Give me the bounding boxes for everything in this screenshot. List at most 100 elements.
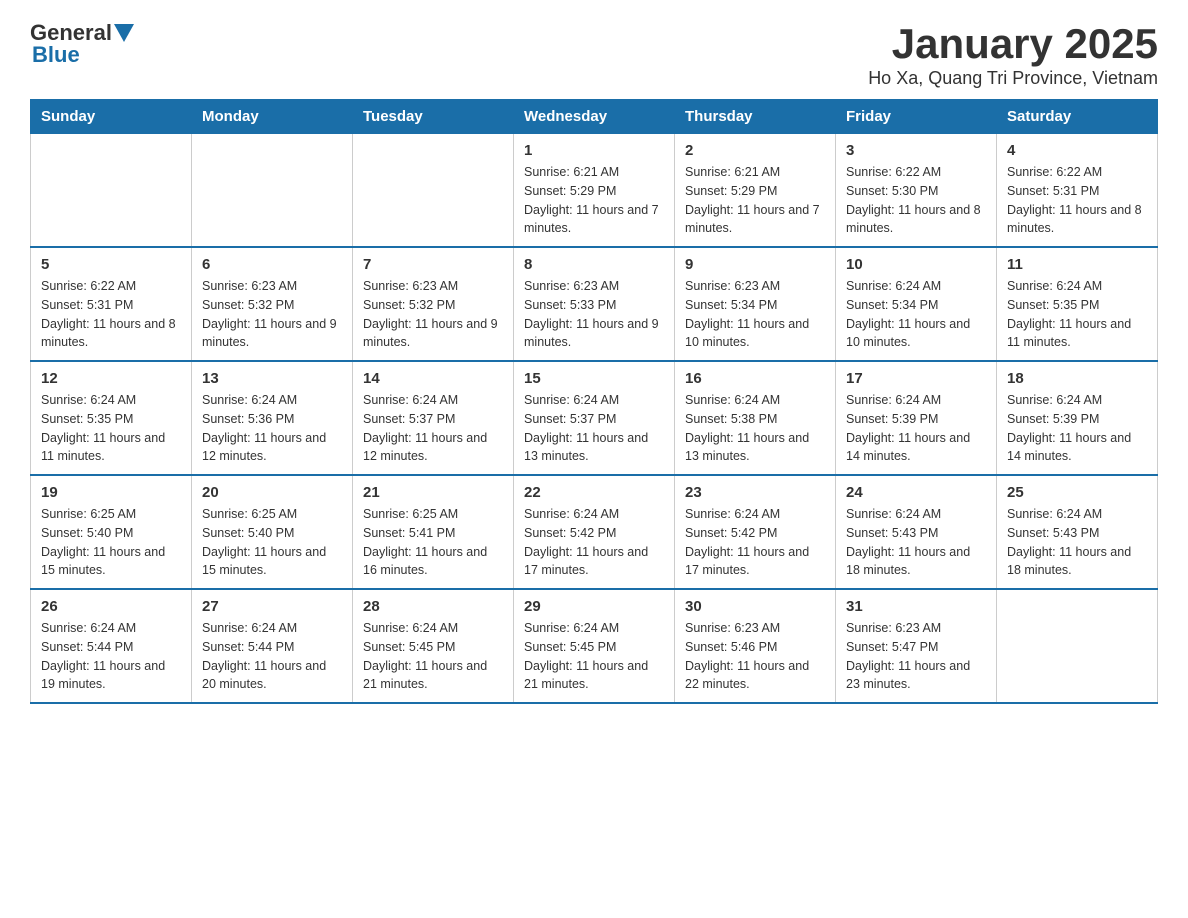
day-number: 14 xyxy=(363,370,503,387)
day-number: 11 xyxy=(1007,256,1147,273)
calendar-day-30: 30 Sunrise: 6:23 AMSunset: 5:46 PMDayligh… xyxy=(675,589,836,703)
calendar-week-row: 5 Sunrise: 6:22 AMSunset: 5:31 PMDaylight… xyxy=(31,247,1158,361)
calendar-day-9: 9Sunrise: 6:23 AMSunset: 5:34 PMDaylight… xyxy=(675,247,836,361)
day-info: Sunrise: 6:23 AMSunset: 5:46 PMDaylight:… xyxy=(685,619,825,694)
day-number: 25 xyxy=(1007,484,1147,501)
calendar-header-row: SundayMondayTuesdayWednesdayThursdayFrid… xyxy=(31,100,1158,134)
calendar-header-sunday: Sunday xyxy=(31,100,192,134)
day-info: Sunrise: 6:24 AMSunset: 5:42 PMDaylight:… xyxy=(685,505,825,580)
calendar-empty-cell xyxy=(353,134,514,248)
day-number: 17 xyxy=(846,370,986,387)
calendar-day-20: 20 Sunrise: 6:25 AMSunset: 5:40 PMDayligh… xyxy=(192,475,353,589)
calendar-header-monday: Monday xyxy=(192,100,353,134)
calendar-day-18: 18 Sunrise: 6:24 AMSunset: 5:39 PMDayligh… xyxy=(997,361,1158,475)
calendar-day-16: 16 Sunrise: 6:24 AMSunset: 5:38 PMDayligh… xyxy=(675,361,836,475)
calendar-day-21: 21 Sunrise: 6:25 AMSunset: 5:41 PMDayligh… xyxy=(353,475,514,589)
calendar-day-24: 24 Sunrise: 6:24 AMSunset: 5:43 PMDayligh… xyxy=(836,475,997,589)
calendar-empty-cell xyxy=(192,134,353,248)
day-info: Sunrise: 6:22 AMSunset: 5:30 PMDaylight:… xyxy=(846,163,986,238)
calendar-header-thursday: Thursday xyxy=(675,100,836,134)
day-number: 23 xyxy=(685,484,825,501)
calendar-day-14: 14Sunrise: 6:24 AMSunset: 5:37 PMDayligh… xyxy=(353,361,514,475)
calendar-table: SundayMondayTuesdayWednesdayThursdayFrid… xyxy=(30,99,1158,704)
page-header: General Blue January 2025 Ho Xa, Quang T… xyxy=(30,20,1158,89)
day-number: 2 xyxy=(685,142,825,159)
calendar-day-11: 11 Sunrise: 6:24 AMSunset: 5:35 PMDayligh… xyxy=(997,247,1158,361)
day-number: 27 xyxy=(202,598,342,615)
day-info: Sunrise: 6:24 AMSunset: 5:43 PMDaylight:… xyxy=(846,505,986,580)
calendar-day-4: 4Sunrise: 6:22 AMSunset: 5:31 PMDaylight… xyxy=(997,134,1158,248)
month-year-title: January 2025 xyxy=(868,20,1158,68)
day-number: 4 xyxy=(1007,142,1147,159)
calendar-day-22: 22 Sunrise: 6:24 AMSunset: 5:42 PMDayligh… xyxy=(514,475,675,589)
calendar-day-1: 1 Sunrise: 6:21 AMSunset: 5:29 PMDaylight… xyxy=(514,134,675,248)
calendar-day-19: 19 Sunrise: 6:25 AMSunset: 5:40 PMDayligh… xyxy=(31,475,192,589)
day-info: Sunrise: 6:24 AMSunset: 5:35 PMDaylight:… xyxy=(41,391,181,466)
day-number: 26 xyxy=(41,598,181,615)
day-number: 28 xyxy=(363,598,503,615)
day-number: 9 xyxy=(685,256,825,273)
calendar-day-15: 15 Sunrise: 6:24 AMSunset: 5:37 PMDayligh… xyxy=(514,361,675,475)
day-info: Sunrise: 6:23 AMSunset: 5:33 PMDaylight:… xyxy=(524,277,664,352)
day-info: Sunrise: 6:24 AMSunset: 5:38 PMDaylight:… xyxy=(685,391,825,466)
day-number: 5 xyxy=(41,256,181,273)
calendar-day-3: 3Sunrise: 6:22 AMSunset: 5:30 PMDaylight… xyxy=(836,134,997,248)
calendar-header-tuesday: Tuesday xyxy=(353,100,514,134)
day-number: 18 xyxy=(1007,370,1147,387)
day-number: 12 xyxy=(41,370,181,387)
calendar-week-row: 12 Sunrise: 6:24 AMSunset: 5:35 PMDayligh… xyxy=(31,361,1158,475)
day-info: Sunrise: 6:24 AMSunset: 5:39 PMDaylight:… xyxy=(1007,391,1147,466)
day-number: 7 xyxy=(363,256,503,273)
day-info: Sunrise: 6:24 AMSunset: 5:43 PMDaylight:… xyxy=(1007,505,1147,580)
day-number: 19 xyxy=(41,484,181,501)
day-info: Sunrise: 6:24 AMSunset: 5:39 PMDaylight:… xyxy=(846,391,986,466)
day-info: Sunrise: 6:24 AMSunset: 5:37 PMDaylight:… xyxy=(524,391,664,466)
day-info: Sunrise: 6:24 AMSunset: 5:34 PMDaylight:… xyxy=(846,277,986,352)
day-info: Sunrise: 6:24 AMSunset: 5:35 PMDaylight:… xyxy=(1007,277,1147,352)
day-info: Sunrise: 6:21 AMSunset: 5:29 PMDaylight:… xyxy=(685,163,825,238)
day-number: 21 xyxy=(363,484,503,501)
logo: General Blue xyxy=(30,20,134,68)
day-info: Sunrise: 6:24 AMSunset: 5:44 PMDaylight:… xyxy=(41,619,181,694)
day-number: 13 xyxy=(202,370,342,387)
calendar-day-28: 28 Sunrise: 6:24 AMSunset: 5:45 PMDayligh… xyxy=(353,589,514,703)
calendar-day-6: 6Sunrise: 6:23 AMSunset: 5:32 PMDaylight… xyxy=(192,247,353,361)
calendar-day-10: 10 Sunrise: 6:24 AMSunset: 5:34 PMDayligh… xyxy=(836,247,997,361)
calendar-day-25: 25 Sunrise: 6:24 AMSunset: 5:43 PMDayligh… xyxy=(997,475,1158,589)
calendar-header-saturday: Saturday xyxy=(997,100,1158,134)
calendar-header-wednesday: Wednesday xyxy=(514,100,675,134)
calendar-day-27: 27Sunrise: 6:24 AMSunset: 5:44 PMDayligh… xyxy=(192,589,353,703)
day-number: 30 xyxy=(685,598,825,615)
day-info: Sunrise: 6:23 AMSunset: 5:47 PMDaylight:… xyxy=(846,619,986,694)
calendar-day-2: 2 Sunrise: 6:21 AMSunset: 5:29 PMDaylight… xyxy=(675,134,836,248)
day-number: 22 xyxy=(524,484,664,501)
day-info: Sunrise: 6:23 AMSunset: 5:32 PMDaylight:… xyxy=(202,277,342,352)
day-info: Sunrise: 6:25 AMSunset: 5:41 PMDaylight:… xyxy=(363,505,503,580)
day-number: 24 xyxy=(846,484,986,501)
logo-blue-text: Blue xyxy=(32,42,80,68)
day-number: 29 xyxy=(524,598,664,615)
calendar-header-friday: Friday xyxy=(836,100,997,134)
day-number: 10 xyxy=(846,256,986,273)
calendar-day-7: 7 Sunrise: 6:23 AMSunset: 5:32 PMDaylight… xyxy=(353,247,514,361)
calendar-empty-cell xyxy=(997,589,1158,703)
logo-triangle-icon xyxy=(114,24,134,44)
day-info: Sunrise: 6:24 AMSunset: 5:36 PMDaylight:… xyxy=(202,391,342,466)
calendar-day-5: 5 Sunrise: 6:22 AMSunset: 5:31 PMDaylight… xyxy=(31,247,192,361)
calendar-empty-cell xyxy=(31,134,192,248)
day-info: Sunrise: 6:25 AMSunset: 5:40 PMDaylight:… xyxy=(202,505,342,580)
title-block: January 2025 Ho Xa, Quang Tri Province, … xyxy=(868,20,1158,89)
day-info: Sunrise: 6:21 AMSunset: 5:29 PMDaylight:… xyxy=(524,163,664,238)
day-info: Sunrise: 6:22 AMSunset: 5:31 PMDaylight:… xyxy=(41,277,181,352)
day-number: 20 xyxy=(202,484,342,501)
calendar-day-23: 23 Sunrise: 6:24 AMSunset: 5:42 PMDayligh… xyxy=(675,475,836,589)
day-info: Sunrise: 6:24 AMSunset: 5:42 PMDaylight:… xyxy=(524,505,664,580)
day-info: Sunrise: 6:25 AMSunset: 5:40 PMDaylight:… xyxy=(41,505,181,580)
calendar-day-13: 13 Sunrise: 6:24 AMSunset: 5:36 PMDayligh… xyxy=(192,361,353,475)
calendar-week-row: 26 Sunrise: 6:24 AMSunset: 5:44 PMDayligh… xyxy=(31,589,1158,703)
day-info: Sunrise: 6:24 AMSunset: 5:45 PMDaylight:… xyxy=(363,619,503,694)
day-number: 15 xyxy=(524,370,664,387)
day-info: Sunrise: 6:23 AMSunset: 5:32 PMDaylight:… xyxy=(363,277,503,352)
day-number: 1 xyxy=(524,142,664,159)
day-number: 16 xyxy=(685,370,825,387)
